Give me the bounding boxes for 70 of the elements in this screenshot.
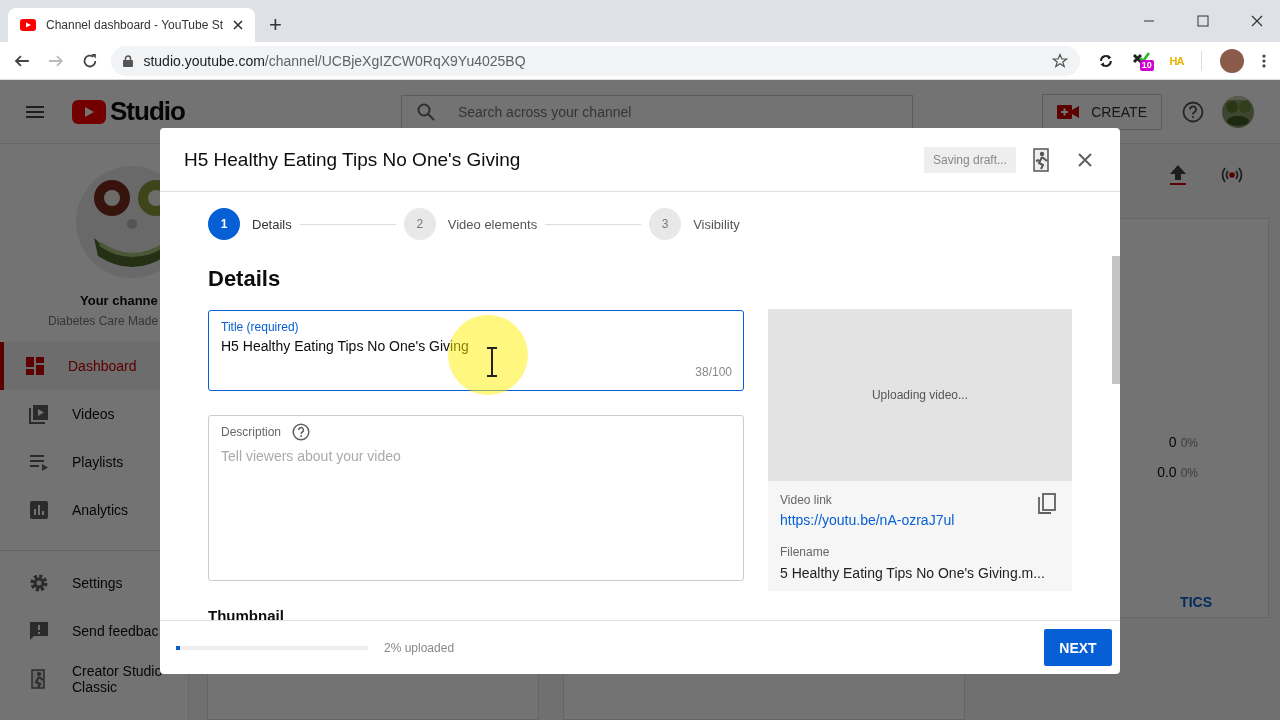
field-label: Filename — [780, 545, 831, 559]
scrollbar[interactable] — [1112, 256, 1120, 384]
analytics-link[interactable]: TICS — [1180, 594, 1212, 610]
stat-value: 0.0 — [1157, 464, 1177, 480]
sidebar-item[interactable]: Playlists — [0, 438, 188, 486]
sidebar-item[interactable]: Creator Studio Classic — [0, 655, 188, 703]
channel-name: Your channe — [80, 293, 158, 308]
menu-icon[interactable] — [26, 105, 44, 118]
field-label: Video link — [780, 493, 833, 507]
more-icon[interactable] — [1262, 52, 1266, 69]
youtube-logo-icon — [72, 99, 106, 124]
reload-icon[interactable] — [81, 52, 98, 69]
progress-text: 2% uploaded — [384, 640, 455, 655]
extension-badge: 10 — [1139, 59, 1154, 71]
copy-icon[interactable] — [1038, 493, 1056, 515]
video-camera-icon — [1057, 104, 1080, 119]
create-button[interactable]: CREATE — [1042, 93, 1162, 130]
step-tab[interactable]: 3 Visibility — [649, 208, 740, 240]
status-chip: Saving draft... — [923, 146, 1016, 173]
upload-status: Uploading video... — [871, 388, 969, 402]
channel-subtitle: Diabetes Care Made — [48, 314, 159, 328]
search-field[interactable]: Search across your channel — [400, 94, 913, 129]
logo-text: Studio — [110, 96, 185, 127]
step-label: Details — [252, 216, 292, 232]
youtube-favicon-icon — [20, 19, 36, 31]
section-heading: Details — [208, 266, 282, 292]
close-icon[interactable] — [1078, 152, 1092, 167]
video-link[interactable]: https://youtu.be/nA-ozraJ7ul — [780, 512, 955, 528]
step-number: 1 — [208, 208, 240, 240]
step-tab[interactable]: 1 Details — [208, 208, 292, 240]
sidebar-item[interactable]: Analytics — [0, 486, 188, 534]
lock-icon — [123, 54, 134, 67]
new-tab-button[interactable]: + — [263, 8, 288, 42]
live-icon[interactable] — [1219, 166, 1245, 184]
step-label: Video elements — [447, 216, 538, 232]
next-button[interactable]: NEXT — [1044, 629, 1112, 666]
sidebar-item[interactable]: Settings — [0, 559, 188, 607]
profile-avatar[interactable] — [1220, 48, 1245, 73]
search-icon — [416, 102, 435, 121]
help-icon[interactable] — [292, 423, 310, 441]
chart-icon — [28, 499, 50, 521]
dashboard-icon — [24, 355, 46, 377]
upload-icon[interactable] — [1169, 164, 1187, 186]
step-number: 2 — [403, 208, 436, 240]
address-bar[interactable]: studio.youtube.com/channel/UCBjeXgIZCW0RqX9Yu4025BQ — [111, 45, 1080, 76]
sync-icon[interactable] — [1097, 52, 1114, 69]
dialog-title: H5 Healthy Eating Tips No One's Giving — [184, 148, 521, 171]
sidebar-item[interactable]: Send feedbac — [0, 607, 188, 655]
settings-icon — [28, 572, 50, 594]
text-cursor-icon — [486, 347, 498, 377]
field-label: Description — [221, 425, 282, 439]
tab-title: Channel dashboard - YouTube St — [46, 18, 224, 32]
help-icon[interactable] — [1182, 100, 1204, 123]
browser-tab[interactable]: Channel dashboard - YouTube St — [8, 8, 256, 42]
star-icon[interactable] — [1051, 52, 1068, 69]
filename-text: 5 Healthy Eating Tips No One's Giving.m... — [780, 565, 1046, 581]
video-library-icon — [28, 403, 50, 425]
url-text: studio.youtube.com/channel/UCBjeXgIZCW0RqX9Yu4025BQ — [143, 52, 526, 69]
step-label: Visibility — [693, 216, 740, 232]
maximize-icon[interactable] — [1197, 15, 1209, 27]
feedback-icon — [28, 620, 50, 642]
stat-value: 0 — [1168, 434, 1177, 450]
close-icon[interactable] — [233, 20, 244, 30]
step-number: 3 — [649, 208, 682, 240]
exit-icon[interactable] — [1032, 147, 1052, 172]
character-counter: 38/100 — [695, 365, 732, 379]
field-label: Title (required) — [221, 320, 299, 334]
step-tab[interactable]: 2 Video elements — [403, 208, 538, 240]
close-icon[interactable] — [1251, 15, 1263, 27]
sidebar-item[interactable]: Videos — [0, 390, 188, 438]
